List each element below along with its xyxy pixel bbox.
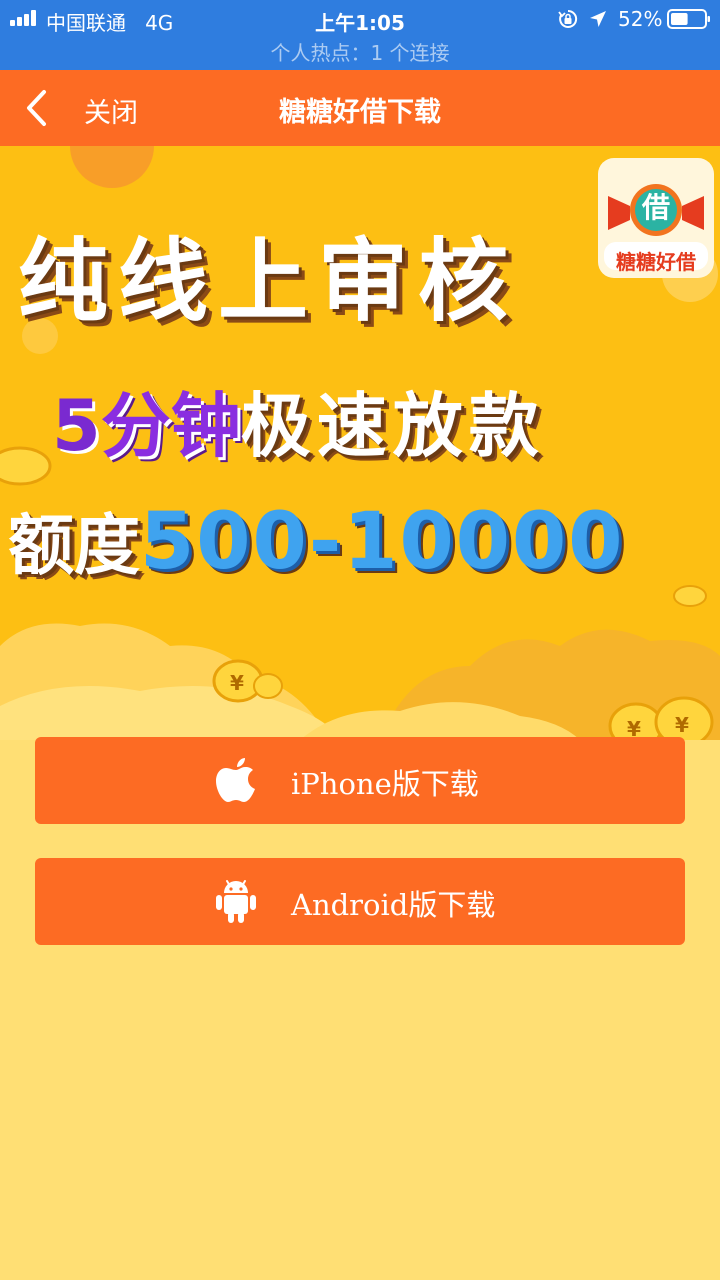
quota-label: 额度 [8, 507, 140, 584]
speed-line: 5分钟极速放款 [52, 370, 545, 471]
close-button[interactable]: 关闭 [22, 88, 162, 129]
hotspot-status: 个人热点：1 个连接 [270, 41, 450, 65]
svg-text:¥: ¥ [675, 713, 689, 737]
quota-range: 500-10000 [140, 497, 625, 587]
iphone-download-label: iPhone版下载 [291, 767, 479, 801]
speed-unit: 分钟 [100, 385, 241, 467]
close-label: 关闭 [84, 98, 138, 129]
app-logo: 借 糖糖好借 [598, 158, 714, 278]
back-chevron-icon [27, 90, 46, 126]
logo-character: 借 [641, 191, 670, 224]
android-download-label: Android版下载 [291, 888, 496, 922]
promo-banner: ¥ ¥ ¥ 借 糖糖好借 纯线上审核 5分钟极速放款 额度500-10000 [0, 146, 720, 740]
headline: 纯线上审核 [18, 229, 518, 334]
iphone-download-button[interactable]: iPhone版下载 [35, 737, 685, 824]
quota-line: 额度500-10000 [8, 492, 625, 588]
logo-name: 糖糖好借 [616, 250, 696, 274]
speed-text: 极速放款 [240, 385, 545, 467]
apple-icon [216, 758, 255, 802]
android-download-button[interactable]: Android版下载 [35, 858, 685, 945]
nav-bar: 关闭 糖糖好借下载 [0, 70, 720, 146]
orientation-lock-icon [558, 9, 578, 28]
battery-icon [667, 9, 710, 29]
speed-number: 5 [52, 385, 101, 467]
svg-text:¥: ¥ [230, 671, 244, 695]
status-bar: 中国联通 4G 上午1:05 52% 个人热点：1 个连接 [0, 0, 720, 70]
location-arrow-icon [590, 11, 606, 27]
android-icon [216, 880, 256, 923]
battery-percent: 52% [618, 7, 663, 31]
status-bar-row: 中国联通 4G 上午1:05 52% [0, 0, 720, 38]
status-time: 上午1:05 [315, 11, 405, 35]
